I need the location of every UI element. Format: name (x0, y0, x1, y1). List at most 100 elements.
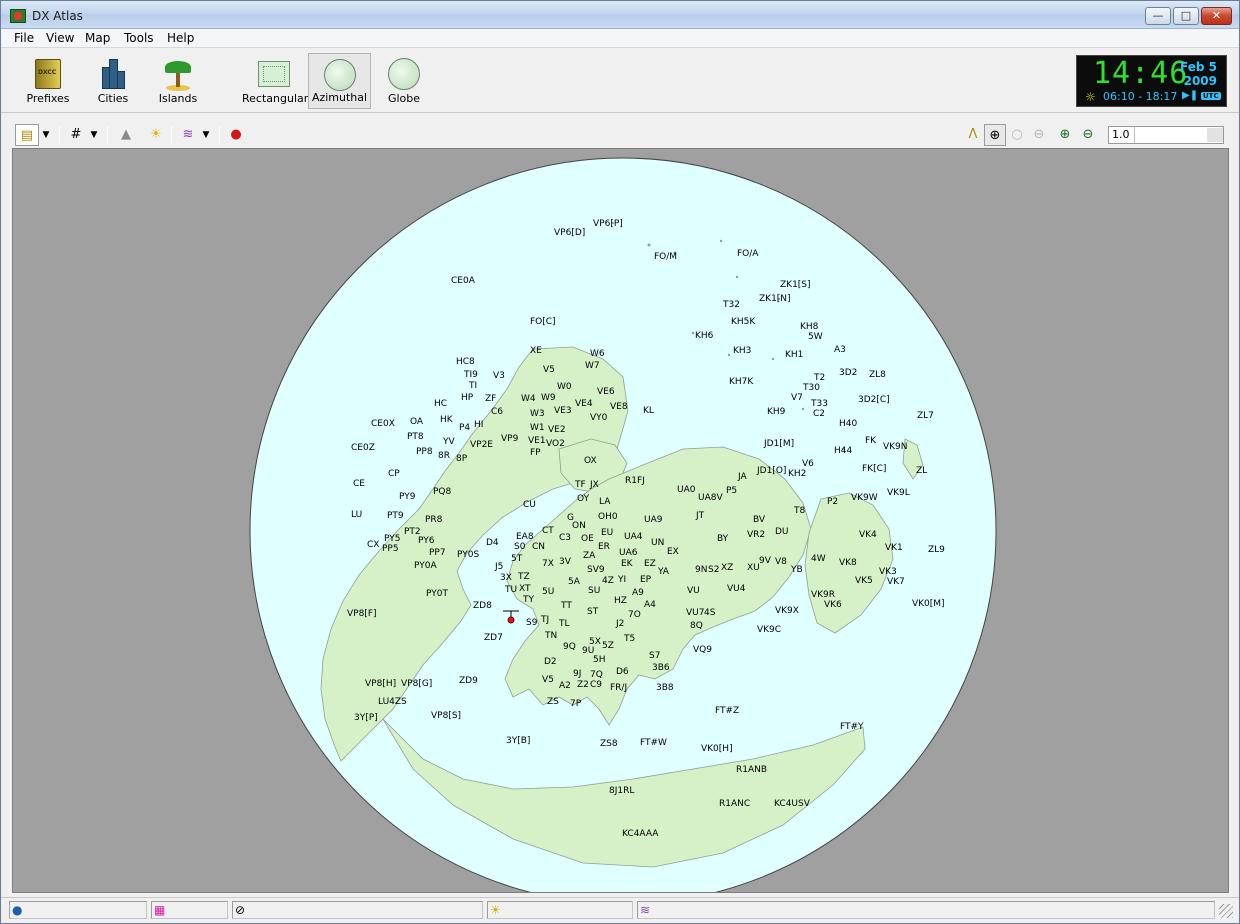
prefix-label: KH1 (785, 350, 804, 360)
prefix-label: JD1[O] (757, 466, 787, 476)
clock-date: Feb 5 2009 (1180, 60, 1217, 88)
pushpin-button[interactable]: ● (225, 124, 247, 146)
zoom-out-button[interactable]: ⊖ (1077, 124, 1099, 146)
close-button[interactable]: ✕ (1201, 7, 1232, 25)
zoom-slider-thumb[interactable] (1207, 128, 1223, 142)
propagation-icon: ≋ (640, 903, 651, 917)
menu-file[interactable]: File (14, 31, 34, 45)
prefix-label: OA (410, 417, 424, 427)
minimize-button[interactable]: — (1145, 7, 1171, 25)
grid-button[interactable]: # (65, 124, 87, 146)
prefix-label: EZ (644, 559, 656, 569)
resize-grip[interactable] (1219, 904, 1233, 918)
cities-button[interactable]: Cities (87, 53, 139, 109)
app-icon[interactable] (10, 9, 26, 23)
prefix-label: VY0 (590, 413, 608, 423)
menu-tools[interactable]: Tools (124, 31, 154, 45)
prefix-label: VK3 (879, 567, 897, 577)
terrain-button[interactable]: ▲ (115, 124, 137, 146)
prefix-label: EX (667, 547, 679, 557)
prefix-label: PP8 (416, 447, 433, 457)
compass-button[interactable]: Λ (962, 124, 984, 146)
prefix-label: EK (621, 559, 633, 569)
propagation-button[interactable]: ≋ (177, 124, 199, 146)
prefix-label: A2 (559, 681, 571, 691)
utc-badge[interactable]: UTC (1201, 92, 1221, 100)
prefix-label: ZL9 (928, 545, 945, 555)
prefix-label: FO[C] (530, 317, 556, 327)
prefix-label: 3V (559, 557, 571, 567)
prefix-label: VU7 (686, 608, 705, 618)
prefix-label: UA6 (619, 548, 638, 558)
title-bar[interactable]: DX Atlas — □ ✕ (1, 1, 1239, 29)
clock-panel[interactable]: 14:46 Feb 5 2009 ☼ 06:10 - 18:17 ▶❚ UTC (1076, 55, 1227, 107)
prefix-label: KH8 (800, 322, 819, 332)
prefix-label: 5A (568, 577, 580, 587)
prefix-label: HC (434, 399, 448, 409)
info-icon: ▤ (20, 128, 34, 143)
prefix-label: VK9R (811, 590, 836, 600)
menu-map[interactable]: Map (85, 31, 110, 45)
prefix-label: VK0[H] (701, 744, 733, 754)
prefix-label: H40 (839, 419, 858, 429)
globe-projection-button[interactable]: Globe (377, 53, 431, 109)
zoom-in-button[interactable]: ⊕ (1054, 124, 1076, 146)
azimuthal-projection-button[interactable]: Azimuthal (308, 53, 371, 109)
prefix-label: DU (775, 527, 789, 537)
prefix-label: TJ (541, 615, 550, 625)
prefix-label: PP7 (429, 548, 446, 558)
prefix-label: C2 (813, 409, 826, 419)
window-title: DX Atlas (32, 9, 83, 23)
prefix-label: ZD8 (473, 601, 492, 611)
rectangular-projection-button[interactable]: Rectangular (242, 53, 309, 109)
prefix-label: D6 (616, 667, 629, 677)
prefix-label: YA (658, 567, 669, 577)
zoom-out-icon: ⊖ (1082, 127, 1094, 142)
grid-dropdown[interactable]: ▼ (87, 124, 101, 146)
prefix-label: T2 (814, 373, 826, 383)
prefixes-button[interactable]: Prefixes (21, 53, 75, 109)
menu-help[interactable]: Help (167, 31, 194, 45)
islands-button[interactable]: Islands (151, 53, 205, 109)
chevron-down-icon: ▼ (90, 130, 98, 140)
prefix-label: VK9X (775, 606, 799, 616)
prefix-label: TT (561, 601, 572, 611)
prefix-label: ST (587, 607, 599, 617)
chevron-down-icon: ▼ (202, 130, 210, 140)
info-button[interactable]: ▤ (15, 124, 39, 146)
prefix-label: PQ8 (433, 487, 452, 497)
prefix-label: BY (717, 534, 729, 544)
minus-button[interactable]: ⊖ (1028, 124, 1050, 146)
prefix-label: FK (865, 436, 877, 446)
prefix-label: VU4 (727, 584, 746, 594)
prefix-label: V7 (791, 393, 803, 403)
menu-view[interactable]: View (46, 31, 74, 45)
clock-time: 14:46 (1093, 56, 1189, 91)
prefix-label: VK4 (859, 530, 877, 540)
pan-button[interactable]: ○ (1006, 124, 1028, 146)
prefix-label: W1 (530, 423, 545, 433)
prefix-label: UA8V (698, 493, 723, 503)
maximize-button[interactable]: □ (1173, 7, 1199, 25)
propagation-dropdown[interactable]: ▼ (199, 124, 213, 146)
prefix-label: VP6[D] (554, 228, 586, 238)
sun-button[interactable]: ☀ (145, 124, 167, 146)
prefix-label: OX (584, 456, 597, 466)
map-view[interactable]: VP6[P] VP6[D] FO/A FO/M CE0A ZK1[S] ZK1[N] T32 F… (12, 148, 1229, 893)
rectangular-label: Rectangular (242, 92, 309, 105)
prefix-label: PT9 (387, 511, 404, 521)
status-sun: ☀ (487, 901, 633, 919)
play-icon[interactable]: ▶❚ (1182, 90, 1198, 101)
prefix-label: 8R (438, 451, 450, 461)
prefix-label: 5Z (602, 641, 614, 651)
prefix-label: C6 (491, 407, 504, 417)
prefix-label: ZD9 (459, 676, 478, 686)
prefix-label: ZF (485, 394, 497, 404)
prefix-label: ZK1[S] (780, 280, 811, 290)
info-dropdown[interactable]: ▼ (39, 124, 53, 146)
center-button[interactable]: ⊕ (984, 124, 1006, 146)
zoom-input[interactable]: 1.0 (1108, 126, 1224, 144)
prefix-label: 4Z (602, 576, 614, 586)
prefix-label: VK9N (883, 442, 908, 452)
prefix-label: 7P (570, 699, 582, 709)
